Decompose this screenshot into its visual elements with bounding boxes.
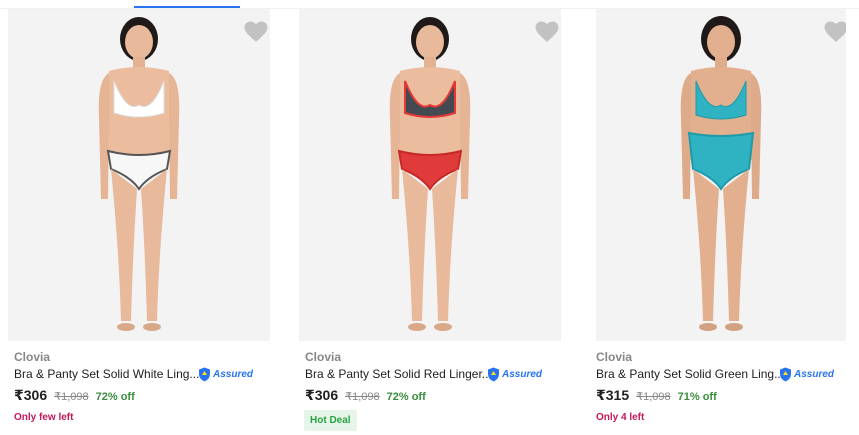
product-card[interactable]: Clovia Bra & Panty Set Solid White Ling.… xyxy=(8,9,270,435)
selling-price: ₹306 xyxy=(14,387,48,403)
model-photo xyxy=(389,17,471,331)
discount-label: 71% off xyxy=(677,391,717,403)
original-price: ₹1,098 xyxy=(54,391,89,403)
original-price: ₹1,098 xyxy=(345,391,380,403)
active-tab-indicator xyxy=(134,6,240,8)
assured-badge: Assured xyxy=(779,367,834,382)
selling-price: ₹306 xyxy=(305,387,339,403)
product-title[interactable]: Bra & Panty Set Solid Green Ling... xyxy=(596,367,784,381)
product-brand: Clovia xyxy=(596,350,633,364)
model-photo xyxy=(680,16,762,331)
shield-icon xyxy=(488,367,499,382)
shield-icon xyxy=(780,367,791,382)
discount-label: 72% off xyxy=(386,391,426,403)
top-tab-bar xyxy=(0,0,859,9)
price-row: ₹306 ₹1,098 72% off xyxy=(14,387,135,404)
assured-badge: Assured xyxy=(487,367,542,382)
heart-icon[interactable] xyxy=(244,21,268,43)
hot-deal-badge: Hot Deal xyxy=(304,410,357,431)
product-title[interactable]: Bra & Panty Set Solid Red Linger... xyxy=(305,367,492,381)
price-row: ₹315 ₹1,098 71% off xyxy=(596,387,717,404)
product-image[interactable] xyxy=(8,9,270,341)
assured-badge: Assured xyxy=(198,367,253,382)
product-image[interactable] xyxy=(299,9,561,341)
original-price: ₹1,098 xyxy=(636,391,671,403)
price-row: ₹306 ₹1,098 72% off xyxy=(305,387,426,404)
stock-status: Only few left xyxy=(14,412,74,423)
model-photo xyxy=(98,17,180,331)
product-title[interactable]: Bra & Panty Set Solid White Ling... xyxy=(14,367,199,381)
heart-icon[interactable] xyxy=(535,21,559,43)
stock-status: Only 4 left xyxy=(596,412,645,423)
selling-price: ₹315 xyxy=(596,387,630,403)
product-brand: Clovia xyxy=(14,350,51,364)
product-card[interactable]: Clovia Bra & Panty Set Solid Red Linger.… xyxy=(299,9,561,435)
discount-label: 72% off xyxy=(95,391,135,403)
product-image[interactable] xyxy=(596,9,846,341)
shield-icon xyxy=(199,367,210,382)
product-card[interactable]: Clovia Bra & Panty Set Solid Green Ling.… xyxy=(596,9,846,435)
product-brand: Clovia xyxy=(305,350,342,364)
heart-icon[interactable] xyxy=(824,21,846,43)
